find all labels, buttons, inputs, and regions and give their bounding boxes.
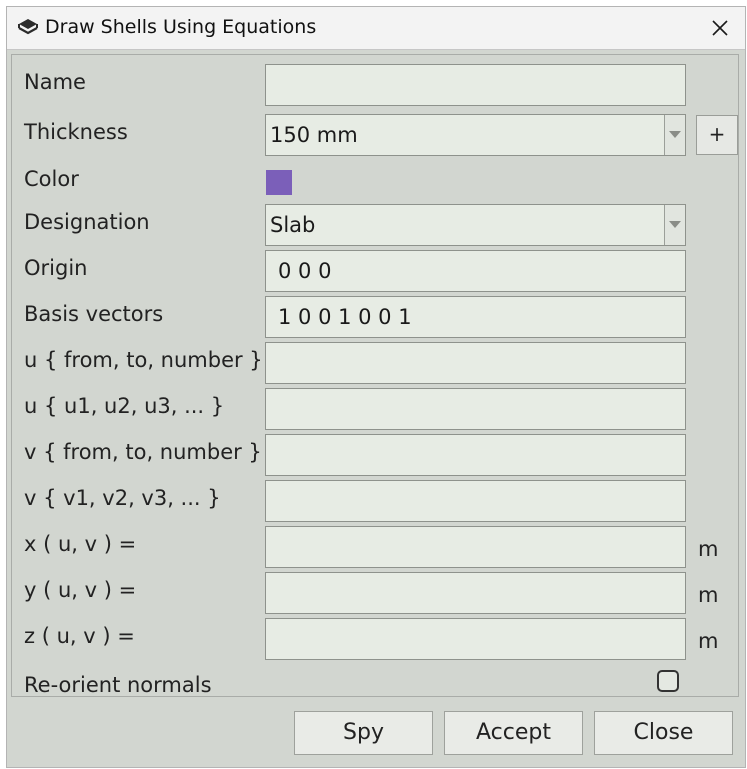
reorient-normals-label: Re-orient normals bbox=[24, 673, 212, 697]
y-equation-input[interactable] bbox=[265, 572, 686, 614]
u-list-label: u { u1, u2, u3, ... } bbox=[24, 394, 225, 418]
origin-label: Origin bbox=[24, 256, 88, 280]
thickness-select[interactable]: 150 mm bbox=[265, 114, 686, 156]
chevron-down-icon[interactable] bbox=[664, 205, 685, 245]
basis-vectors-input[interactable]: 1 0 0 1 0 0 1 bbox=[265, 296, 686, 338]
dialog-window: Draw Shells Using Equations Name Thickne… bbox=[6, 6, 746, 768]
color-label: Color bbox=[24, 167, 79, 191]
form-panel: Name Thickness 150 mm + Color Designatio… bbox=[11, 54, 739, 697]
x-equation-label: x ( u, v ) = bbox=[24, 532, 137, 556]
u-range-label: u { from, to, number } bbox=[24, 348, 263, 372]
close-button[interactable]: Close bbox=[594, 711, 733, 755]
z-equation-input[interactable] bbox=[265, 618, 686, 660]
window-title: Draw Shells Using Equations bbox=[45, 16, 317, 38]
y-unit-label: m bbox=[698, 583, 719, 607]
designation-value: Slab bbox=[270, 213, 316, 237]
add-thickness-button[interactable]: + bbox=[696, 115, 738, 155]
name-input[interactable] bbox=[265, 64, 686, 106]
app-logo-icon bbox=[17, 16, 39, 38]
basis-vectors-label: Basis vectors bbox=[24, 302, 164, 326]
name-label: Name bbox=[24, 70, 86, 94]
title-bar: Draw Shells Using Equations bbox=[7, 7, 745, 50]
y-equation-label: y ( u, v ) = bbox=[24, 578, 137, 602]
reorient-normals-checkbox[interactable] bbox=[657, 670, 679, 692]
designation-label: Designation bbox=[24, 210, 150, 234]
designation-select[interactable]: Slab bbox=[265, 204, 686, 246]
thickness-label: Thickness bbox=[24, 120, 128, 144]
v-list-label: v { v1, v2, v3, ... } bbox=[24, 486, 221, 510]
z-equation-label: z ( u, v ) = bbox=[24, 624, 135, 648]
color-swatch[interactable] bbox=[266, 170, 292, 195]
u-list-input[interactable] bbox=[265, 388, 686, 430]
v-list-input[interactable] bbox=[265, 480, 686, 522]
u-range-input[interactable] bbox=[265, 342, 686, 384]
x-equation-input[interactable] bbox=[265, 526, 686, 568]
close-icon[interactable] bbox=[701, 11, 739, 45]
thickness-value: 150 mm bbox=[270, 123, 358, 147]
chevron-down-icon[interactable] bbox=[664, 115, 685, 155]
z-unit-label: m bbox=[698, 629, 719, 653]
x-unit-label: m bbox=[698, 537, 719, 561]
origin-input[interactable]: 0 0 0 bbox=[265, 250, 686, 292]
v-range-label: v { from, to, number } bbox=[24, 440, 262, 464]
accept-button[interactable]: Accept bbox=[444, 711, 583, 755]
spy-button[interactable]: Spy bbox=[294, 711, 433, 755]
v-range-input[interactable] bbox=[265, 434, 686, 476]
